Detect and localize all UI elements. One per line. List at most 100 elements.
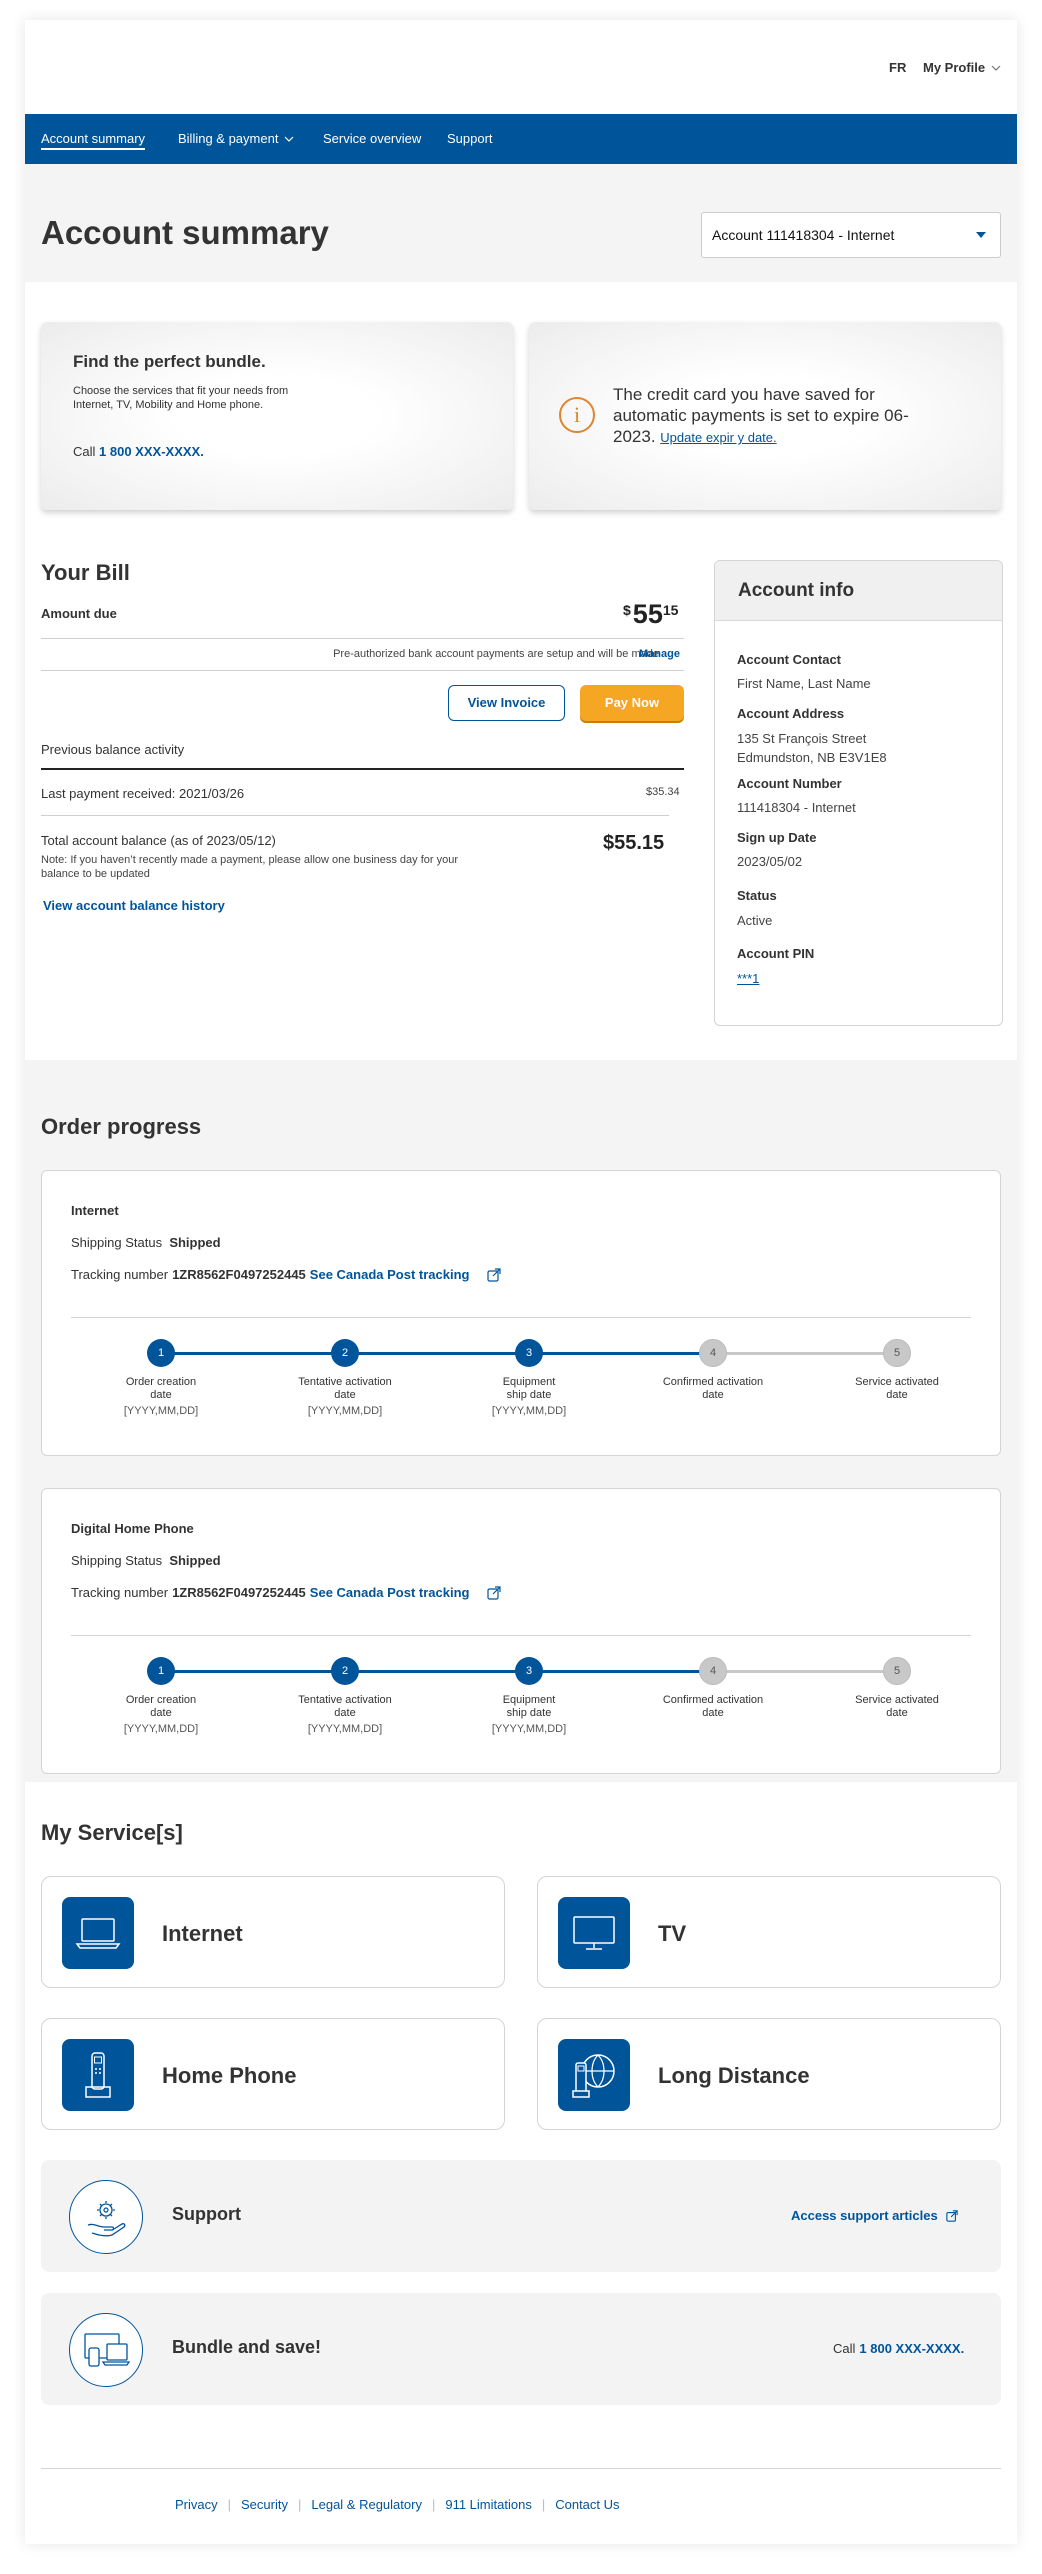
footer-link-legal[interactable]: Legal & Regulatory <box>311 2497 422 2512</box>
notice-text: The credit card you have saved for autom… <box>613 384 913 448</box>
your-bill-title: Your Bill <box>41 560 130 585</box>
chevron-down-icon <box>991 65 1001 71</box>
amount-due-label: Amount due <box>41 606 117 621</box>
step-date: [YYYY,MM,DD] <box>123 1405 199 1417</box>
step-date: [YYYY,MM,DD] <box>307 1723 383 1735</box>
account-info-header: Account info <box>715 561 1002 621</box>
step-label-line: Confirmed activation <box>662 1694 764 1706</box>
nav-account-summary[interactable]: Account summary <box>41 131 146 150</box>
preauth-text: Pre-authorized bank account payments are… <box>333 648 659 660</box>
pay-now-button[interactable]: Pay Now <box>580 685 684 721</box>
step-connector <box>713 1670 897 1673</box>
step-label: Confirmed activation date <box>653 1694 773 1720</box>
service-card-internet[interactable]: Internet <box>41 1876 505 1988</box>
footer-link-911[interactable]: 911 Limitations <box>445 2497 531 2512</box>
promo-call-prefix: Call <box>73 444 96 459</box>
total-balance-amount: $55.15 <box>603 832 665 854</box>
canada-post-tracking-link[interactable]: See Canada Post tracking <box>310 1267 470 1282</box>
bundle-label: Bundle and save! <box>172 2337 322 2357</box>
caret-down-icon <box>976 232 986 238</box>
step-connector <box>713 1352 897 1355</box>
service-label: Home Phone <box>162 2063 297 2088</box>
amount-cents: 15 <box>662 602 679 618</box>
view-balance-history-link[interactable]: View account balance history <box>43 898 225 913</box>
status-value: Active <box>737 913 773 928</box>
tracking-row: Tracking number 1ZR8562F0497252445 See C… <box>71 1585 502 1600</box>
step-number: 5 <box>883 1657 911 1685</box>
step-number: 4 <box>699 1339 727 1367</box>
step-label-line: ship date <box>506 1389 552 1401</box>
promo-text: Choose the services that fit your needs … <box>73 385 289 411</box>
step-label-line: date <box>702 1707 724 1719</box>
service-card-tv[interactable]: TV <box>537 1876 1001 1988</box>
service-label: Long Distance <box>658 2063 810 2088</box>
step-number: 3 <box>515 1339 543 1367</box>
nav-billing-label: Billing & payment <box>178 131 279 146</box>
service-card-home-phone[interactable]: Home Phone <box>41 2018 505 2130</box>
bundle-phone-link[interactable]: 1 800 XXX-XXXX. <box>859 2341 964 2356</box>
support-articles-row: Access support articles <box>791 2208 958 2223</box>
order-card-title: Digital Home Phone <box>71 1521 194 1536</box>
my-profile-label: My Profile <box>923 60 986 75</box>
last-payment-amount: $35.34 <box>646 786 680 798</box>
footer-divider <box>41 2468 1001 2469</box>
top-bar: FR My Profile <box>25 20 1017 114</box>
nav-billing-payment[interactable]: Billing & payment <box>178 131 294 146</box>
account-contact-label: Account Contact <box>737 652 841 667</box>
language-toggle[interactable]: FR <box>889 60 906 75</box>
step-date: [YYYY,MM,DD] <box>307 1405 383 1417</box>
footer-links: Privacy | Security | Legal & Regulatory … <box>175 2497 620 2512</box>
canada-post-tracking-link[interactable]: See Canada Post tracking <box>310 1585 470 1600</box>
last-payment-text: Last payment received: 2021/03/26 <box>41 786 245 801</box>
promo-call: Call 1 800 XXX-XXXX. <box>73 444 204 459</box>
amount-dollars: 55 <box>632 599 663 629</box>
footer-separator: | <box>297 2497 302 2512</box>
step-label-line: Order creation <box>125 1694 197 1706</box>
view-invoice-button[interactable]: View Invoice <box>448 685 565 721</box>
step-label: Order creation date <box>101 1376 221 1402</box>
hand-gear-icon <box>69 2180 143 2254</box>
step-label-line: date <box>886 1707 908 1719</box>
support-articles-link[interactable]: Access support articles <box>791 2208 938 2223</box>
chevron-down-icon <box>285 136 294 142</box>
amount-due-value: $ 55 15 <box>623 600 678 628</box>
external-link-icon[interactable] <box>945 2209 958 2222</box>
devices-icon <box>69 2313 143 2387</box>
nav-support[interactable]: Support <box>447 131 493 146</box>
promo-phone-link[interactable]: 1 800 XXX-XXXX. <box>99 444 204 459</box>
account-address-label: Account Address <box>737 706 845 721</box>
promo-title: Find the perfect bundle. <box>73 352 266 371</box>
step-label-line: Order creation <box>125 1376 197 1388</box>
step-number: 1 <box>147 1339 175 1367</box>
nav-service-overview[interactable]: Service overview <box>323 131 421 146</box>
status-label: Status <box>737 888 777 903</box>
divider <box>41 670 684 671</box>
update-expiry-link[interactable]: Update expir y date. <box>660 430 776 445</box>
shipping-status-label: Shipping Status <box>71 1235 163 1250</box>
account-number-label: Account Number <box>737 776 842 791</box>
footer-link-privacy[interactable]: Privacy <box>175 2497 218 2512</box>
globe-phone-icon <box>558 2039 630 2111</box>
account-select[interactable]: Account 111418304 - Internet <box>701 212 1001 258</box>
service-label: TV <box>658 1921 687 1946</box>
external-link-icon[interactable] <box>487 1267 502 1282</box>
account-select-value: Account 111418304 - Internet <box>712 227 895 243</box>
manage-link[interactable]: Manage <box>639 648 680 660</box>
account-pin-link[interactable]: ***1 <box>737 971 759 986</box>
shipping-status: Shipping Status Shipped <box>71 1235 221 1250</box>
total-balance-note: Note: If you haven’t recently made a pay… <box>41 854 459 880</box>
bundle-save-card: Bundle and save! Call 1 800 XXX-XXXX. <box>41 2293 1001 2405</box>
external-link-icon[interactable] <box>487 1585 502 1600</box>
order-progress-title: Order progress <box>41 1114 202 1139</box>
step-label-line: date <box>150 1389 172 1401</box>
info-icon: i <box>559 397 595 433</box>
step-number: 5 <box>883 1339 911 1367</box>
footer-link-contact[interactable]: Contact Us <box>555 2497 619 2512</box>
my-profile-menu[interactable]: My Profile <box>923 60 1001 75</box>
signup-date-value: 2023/05/02 <box>737 854 803 869</box>
service-card-long-distance[interactable]: Long Distance <box>537 2018 1001 2130</box>
laptop-icon <box>62 1897 134 1969</box>
divider <box>71 1317 971 1318</box>
footer-link-security[interactable]: Security <box>241 2497 288 2512</box>
page-title: Account summary <box>41 214 329 251</box>
